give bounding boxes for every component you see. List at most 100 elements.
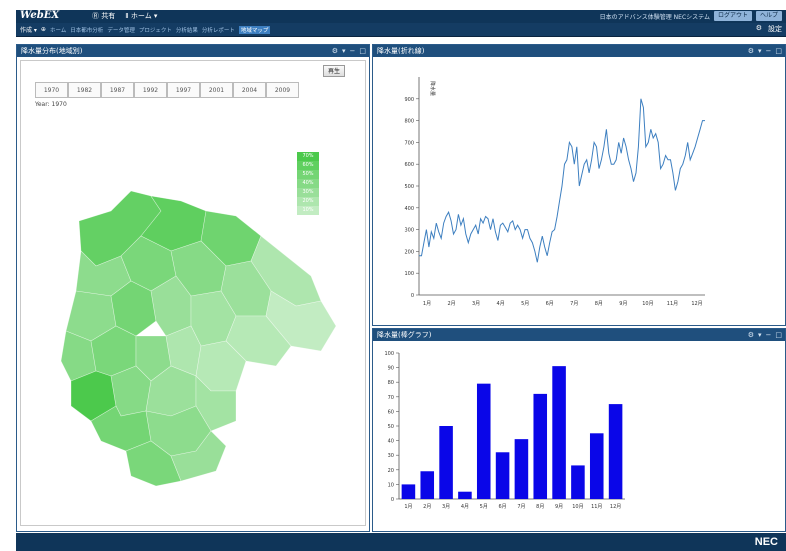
- x-tick-label: 11月: [667, 301, 678, 307]
- y-tick-label: 100: [404, 271, 414, 277]
- nav-shared[interactable]: Ⓡ 共有: [92, 11, 115, 21]
- maximize-icon[interactable]: □: [359, 45, 366, 57]
- crumb-active[interactable]: 地域マップ: [238, 25, 271, 34]
- chevron-down-icon[interactable]: ▾: [758, 329, 762, 341]
- bar: [571, 465, 585, 499]
- bar-chart-panel: 降水量(棒グラフ) ⚙ ▾ − □ 0 10 20 30 40 50 60 70 80 90 100…: [372, 328, 786, 532]
- top-bar: WebEX Ⓡ 共有 Ⅱ ホーム ▾ 日本のアドバンス体験管理 NECシステム …: [16, 10, 786, 23]
- x-tick-label: 7月: [570, 301, 578, 307]
- line-chart: 0 100 200 300 400 500 600 700 800 900 降水量 1月 2月 3月 4月 5…: [404, 77, 705, 307]
- y-tick-label: 600: [404, 162, 414, 168]
- settings-button[interactable]: 設定: [768, 24, 782, 34]
- y-tick-label: 90: [388, 366, 394, 372]
- nec-logo: NEC: [754, 536, 778, 548]
- y-axis-label: 降水量: [429, 81, 436, 96]
- line-panel-header: 降水量(折れ線) ⚙ ▾ − □: [373, 45, 785, 57]
- y-tick-label: 70: [388, 395, 394, 401]
- crumb-5[interactable]: 分析結果: [176, 26, 198, 34]
- y-tick-label: 300: [404, 228, 414, 234]
- x-tick-label: 9月: [619, 301, 627, 307]
- map-panel-title: 降水量分布(地域別): [21, 47, 83, 55]
- y-tick-label: 800: [404, 119, 414, 125]
- bar: [439, 426, 453, 499]
- add-icon[interactable]: ⊕: [41, 26, 46, 33]
- minimize-icon[interactable]: −: [766, 45, 772, 57]
- bar: [552, 366, 566, 499]
- menu-bar: 作成 ▾ ⊕ ホーム 日本都市分析 データ管理 プロジェクト 分析結果 分析レポ…: [16, 23, 786, 37]
- y-tick-label: 0: [411, 293, 414, 299]
- crumb-3[interactable]: データ管理: [107, 26, 135, 34]
- y-tick-label: 20: [388, 468, 394, 474]
- brand-logo: WebEX: [20, 10, 60, 21]
- chevron-down-icon[interactable]: ▾: [342, 45, 346, 57]
- y-tick-label: 400: [404, 206, 414, 212]
- nav-home[interactable]: Ⅱ ホーム ▾: [125, 11, 157, 21]
- x-tick-label: 8月: [536, 504, 544, 510]
- x-tick-label: 2月: [447, 301, 455, 307]
- y-tick-label: 60: [388, 409, 394, 415]
- chevron-down-icon[interactable]: ▾: [758, 45, 762, 57]
- line-chart-panel: 降水量(折れ線) ⚙ ▾ − □ 0 100 200 300 400 500 600 700 8…: [372, 44, 786, 326]
- crumb-4[interactable]: プロジェクト: [139, 26, 172, 34]
- crumb-2[interactable]: 日本都市分析: [70, 26, 103, 34]
- x-tick-label: 10月: [572, 504, 583, 510]
- line-panel-title: 降水量(折れ線): [377, 47, 425, 55]
- bar: [533, 393, 548, 499]
- y-tick-label: 200: [404, 249, 414, 255]
- footer-bar: NEC: [16, 533, 786, 551]
- x-tick-label: 1月: [423, 301, 431, 307]
- x-tick-label: 11月: [591, 504, 602, 510]
- y-tick-label: 10: [388, 482, 394, 488]
- y-tick-label: 80: [388, 380, 394, 386]
- x-tick-label: 8月: [595, 301, 603, 307]
- system-label: 日本のアドバンス体験管理 NECシステム: [599, 13, 710, 21]
- settings-icon[interactable]: ⚙: [748, 329, 754, 341]
- y-tick-label: 40: [388, 439, 394, 445]
- x-tick-label: 4月: [497, 301, 505, 307]
- settings-icon[interactable]: ⚙: [332, 45, 338, 57]
- y-tick-label: 30: [388, 453, 394, 459]
- y-tick-label: 900: [404, 97, 414, 103]
- bar: [495, 452, 510, 499]
- bar-chart: 0 10 20 30 40 50 60 70 80 90 100 1月 2月 3月 4月 5月 6月 7月 8月 9月…: [384, 351, 625, 510]
- x-tick-label: 6月: [498, 504, 506, 510]
- help-button[interactable]: ヘルプ: [755, 11, 782, 21]
- bar: [401, 484, 416, 499]
- x-tick-label: 3月: [472, 301, 480, 307]
- map-container: 再生 1970 1982 1987 1992 1997 2001 2004 20…: [20, 60, 366, 526]
- y-tick-label: 100: [384, 351, 394, 357]
- bar-panel-header: 降水量(棒グラフ) ⚙ ▾ − □: [373, 329, 785, 341]
- x-tick-label: 1月: [404, 504, 412, 510]
- crumb-6[interactable]: 分析レポート: [202, 26, 235, 34]
- map-panel-header: 降水量分布(地域別) ⚙ ▾ − □: [17, 45, 369, 57]
- maximize-icon[interactable]: □: [775, 45, 782, 57]
- create-menu[interactable]: 作成 ▾: [20, 25, 37, 34]
- y-tick-label: 50: [388, 424, 394, 430]
- y-tick-label: 0: [391, 497, 394, 503]
- x-tick-label: 2月: [423, 504, 431, 510]
- settings-icon[interactable]: ⚙: [748, 45, 754, 57]
- minimize-icon[interactable]: −: [350, 45, 356, 57]
- region-map: [60, 190, 337, 487]
- x-tick-label: 7月: [517, 504, 525, 510]
- bar-panel-title: 降水量(棒グラフ): [377, 331, 432, 339]
- map-panel: 降水量分布(地域別) ⚙ ▾ − □ 再生 1970 1982 1987 199…: [16, 44, 370, 532]
- bar: [608, 404, 623, 499]
- logout-button[interactable]: ログアウト: [713, 11, 752, 21]
- x-tick-label: 4月: [461, 504, 469, 510]
- bar: [458, 491, 472, 499]
- x-tick-label: 12月: [610, 504, 621, 510]
- bar: [514, 439, 529, 499]
- bar: [589, 433, 604, 499]
- y-tick-label: 700: [404, 140, 414, 146]
- x-tick-label: 6月: [546, 301, 554, 307]
- gear-icon[interactable]: ⚙: [756, 24, 762, 34]
- x-tick-label: 5月: [521, 301, 529, 307]
- crumb-1[interactable]: ホーム: [50, 26, 66, 34]
- minimize-icon[interactable]: −: [766, 329, 772, 341]
- x-tick-label: 10月: [642, 301, 653, 307]
- x-tick-label: 5月: [480, 504, 488, 510]
- maximize-icon[interactable]: □: [775, 329, 782, 341]
- bar: [476, 383, 491, 499]
- x-tick-label: 9月: [555, 504, 563, 510]
